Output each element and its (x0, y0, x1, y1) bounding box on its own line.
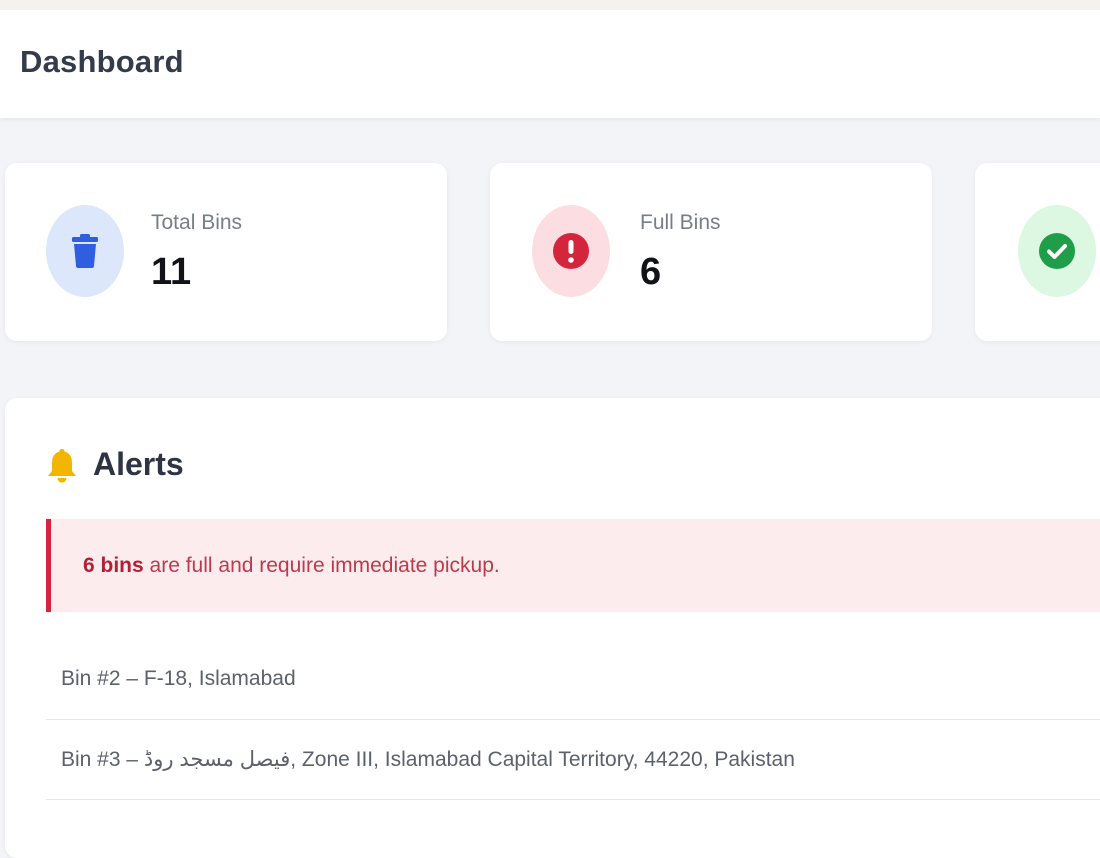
bell-icon (48, 448, 76, 482)
check-circle-icon (1039, 233, 1075, 269)
stat-label: Full Bins (640, 211, 721, 234)
alert-count: 6 bins (83, 554, 144, 577)
stat-value: 11 (151, 251, 192, 293)
stat-value: 6 (640, 251, 662, 293)
header-bar: Dashboard (0, 10, 1100, 118)
alert-list-item[interactable]: Bin #3 – فیصل مسجد روڈ, Zone III, Islama… (46, 720, 1100, 800)
full-bins-alert-banner: 6 bins are full and require immediate pi… (46, 519, 1100, 612)
total-bins-icon-badge (46, 205, 124, 297)
alert-list-item[interactable]: Bin #2 – F-18, Islamabad (46, 640, 1100, 720)
top-strip (0, 0, 1100, 10)
alerts-title: Alerts (93, 446, 184, 482)
trash-icon (72, 234, 98, 268)
alert-message: 6 bins are full and require immediate pi… (83, 554, 500, 578)
alerts-header: Alerts (45, 446, 184, 483)
stat-card-full-bins[interactable]: Full Bins 6 (490, 163, 932, 341)
stat-card-third[interactable] (975, 163, 1100, 341)
full-bins-icon-badge (532, 205, 610, 297)
stat-label: Total Bins (151, 211, 243, 234)
alert-item-text: Bin #2 – F-18, Islamabad (61, 667, 296, 690)
alert-circle-icon (553, 233, 589, 269)
stat-card-total-bins[interactable]: Total Bins 11 (5, 163, 447, 341)
alert-message-text: are full and require immediate pickup. (143, 554, 500, 577)
alerts-panel: Alerts 6 bins are full and require immed… (5, 398, 1100, 858)
page-title: Dashboard (20, 44, 184, 79)
alert-item-text: Bin #3 – فیصل مسجد روڈ, Zone III, Islama… (61, 748, 795, 771)
check-icon-badge (1018, 205, 1096, 297)
